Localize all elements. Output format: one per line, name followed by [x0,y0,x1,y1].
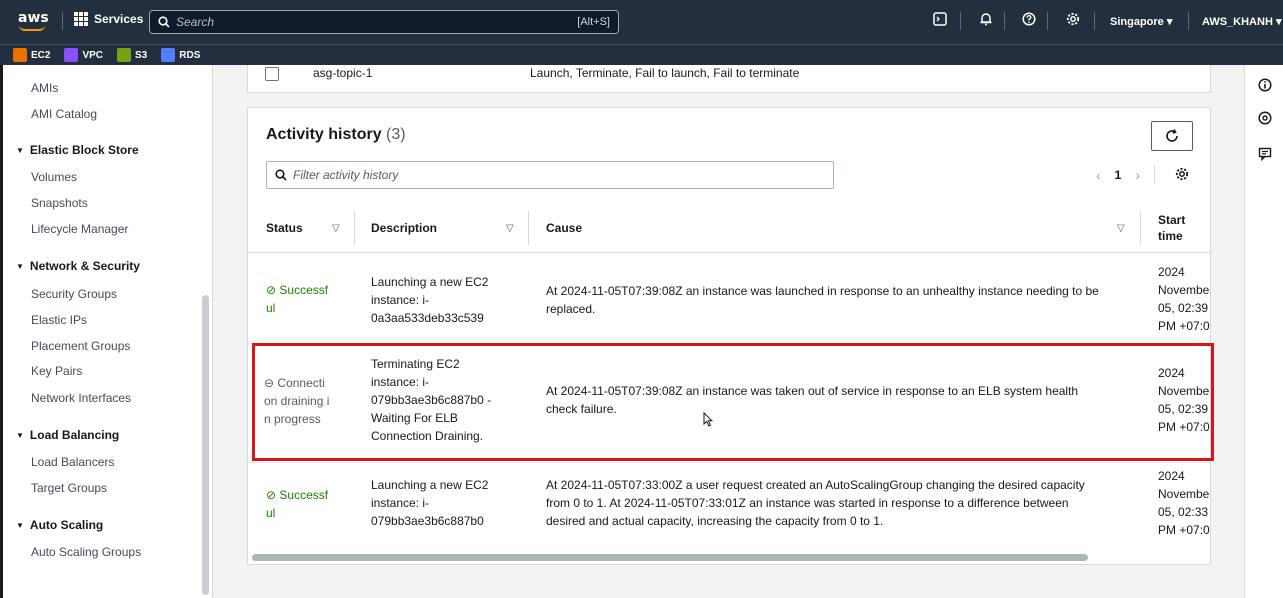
info-icon[interactable] [1257,78,1273,94]
refresh-button[interactable] [1151,121,1193,151]
sidebar-item-snapshots[interactable]: Snapshots [31,196,88,210]
sidebar-item-volumes[interactable]: Volumes [31,170,77,184]
cause-cell: At 2024-11-05T07:39:08Z an instance was … [546,284,1099,316]
sidebar-item-target-groups[interactable]: Target Groups [31,481,107,495]
rds-icon [161,48,176,62]
settings-icon[interactable] [1064,12,1082,30]
sidebar-item-auto-scaling-groups[interactable]: Auto Scaling Groups [31,545,141,559]
column-header-cause[interactable]: Cause [546,221,582,235]
panel-title: Activity history (3) [266,126,406,143]
sidebar-scrollbar[interactable] [202,295,209,595]
s3-icon [117,48,132,62]
sidebar-section-load-balancing[interactable]: ▼ Load Balancing [16,428,119,442]
sidebar-item-key-pairs[interactable]: Key Pairs [31,364,82,378]
caret-down-icon: ▼ [16,521,24,530]
cloudshell-icon[interactable] [931,12,949,30]
favorite-s3[interactable]: S3 [117,48,147,62]
sidebar-item-lifecycle-manager[interactable]: Lifecycle Manager [31,222,128,236]
compass-icon[interactable] [1257,111,1273,127]
description-cell: Launching a new EC2 instance: i- 0a3aa53… [371,275,489,325]
table-row[interactable]: ⊘ Successf ul Launching a new EC2 instan… [248,464,1210,550]
feedback-icon[interactable] [1257,147,1273,163]
sort-icon[interactable]: ▽ [506,223,514,234]
caret-down-icon: ▼ [16,262,24,271]
favorite-ec2[interactable]: EC2 [13,48,50,62]
status-cell: ⊖ Connecti on draining i n progress [264,376,330,426]
notification-event-types: Launch, Terminate, Fail to launch, Fail … [530,66,800,80]
sort-icon[interactable]: ▽ [1117,223,1125,234]
horizontal-scrollbar[interactable] [252,554,1088,561]
column-header-status[interactable]: Status [266,221,303,235]
success-icon: ⊘ [266,283,277,297]
services-menu-button[interactable]: Services [74,12,143,26]
next-page-icon[interactable]: › [1135,167,1140,183]
right-utility-rail [1244,65,1283,598]
notification-topic-name: asg-topic-1 [313,66,373,80]
success-icon: ⊘ [266,488,277,502]
status-cell: ⊘ Successf ul [266,283,329,315]
sidebar-section-ebs[interactable]: ▼ Elastic Block Store [16,143,139,157]
region-selector[interactable]: Singapore ▾ [1110,15,1172,28]
sidebar-item-network-interfaces[interactable]: Network Interfaces [31,391,131,405]
caret-down-icon: ▼ [16,146,24,155]
activity-count: (3) [386,126,406,143]
search-icon [158,16,170,28]
favorite-vpc[interactable]: VPC [64,48,103,62]
ec2-icon [13,48,27,62]
account-menu[interactable]: AWS_KHANH ▾ [1202,15,1281,28]
table-header: Status ▽ Description ▽ Cause ▽ Start tim… [248,203,1210,253]
table-row[interactable]: ⊘ Successf ul Launching a new EC2 instan… [248,254,1210,344]
column-header-start-time[interactable]: Start time [1158,212,1185,244]
sidebar-section-auto-scaling[interactable]: ▼ Auto Scaling [16,518,103,532]
sort-icon[interactable]: ▽ [332,223,340,234]
aws-logo[interactable]: aws [18,6,49,36]
notifications-icon[interactable] [977,12,995,30]
table-row[interactable]: ⊖ Connecti on draining i n progress Term… [248,345,1210,463]
start-time-cell: 2024 Novembe 05, 02:39 PM +07:0 [1158,366,1210,434]
pagination: ‹ 1 › [1096,166,1189,184]
refresh-icon [1166,129,1178,142]
description-cell: Launching a new EC2 instance: i- 079bb3a… [371,478,489,528]
grid-icon [74,12,88,26]
favorites-bar: EC2 VPC S3 RDS [0,44,1283,65]
sidebar-item-ami-catalog[interactable]: AMI Catalog [31,107,97,121]
sidebar-item-security-groups[interactable]: Security Groups [31,287,117,301]
cause-cell: At 2024-11-05T07:33:00Z a user request c… [546,478,1085,528]
sidebar-item-amis[interactable]: AMIs [31,81,58,95]
previous-page-icon[interactable]: ‹ [1096,167,1101,183]
filter-activity-input[interactable]: Filter activity history [266,161,834,189]
preferences-icon[interactable] [1175,167,1189,184]
vpc-icon [64,48,79,62]
search-input[interactable]: Search [Alt+S] [149,10,619,34]
column-header-description[interactable]: Description [371,221,437,235]
description-cell: Terminating EC2 instance: i- 079bb3ae3b6… [371,357,492,443]
sidebar-item-placement-groups[interactable]: Placement Groups [31,339,130,353]
favorite-rds[interactable]: RDS [161,48,200,62]
sidebar-navigation: AMIs AMI Catalog ▼ Elastic Block Store Vo… [0,65,213,598]
notification-table-row: asg-topic-1 Launch, Terminate, Fail to l… [247,65,1211,93]
start-time-cell: 2024 Novembe 05, 02:39 PM +07:0 [1158,265,1210,333]
current-page[interactable]: 1 [1115,168,1122,182]
status-cell: ⊘ Successf ul [266,488,329,520]
start-time-cell: 2024 Novembe 05, 02:33 PM +07:0 [1158,469,1210,537]
mouse-cursor-icon [703,411,714,430]
sidebar-item-load-balancers[interactable]: Load Balancers [31,455,114,469]
activity-history-panel: Activity history (3) Filter activity his… [247,107,1211,565]
help-icon[interactable] [1020,12,1038,30]
sidebar-item-elastic-ips[interactable]: Elastic IPs [31,313,87,327]
divider [62,12,63,30]
caret-down-icon: ▼ [16,431,24,440]
top-navigation: aws Services Search [Alt+S] Singapore ▾ … [0,0,1283,44]
row-checkbox[interactable] [265,67,279,81]
cause-cell: At 2024-11-05T07:39:08Z an instance was … [546,384,1079,416]
sidebar-section-network-security[interactable]: ▼ Network & Security [16,259,140,273]
search-icon [275,169,287,181]
in-progress-icon: ⊖ [264,376,275,390]
